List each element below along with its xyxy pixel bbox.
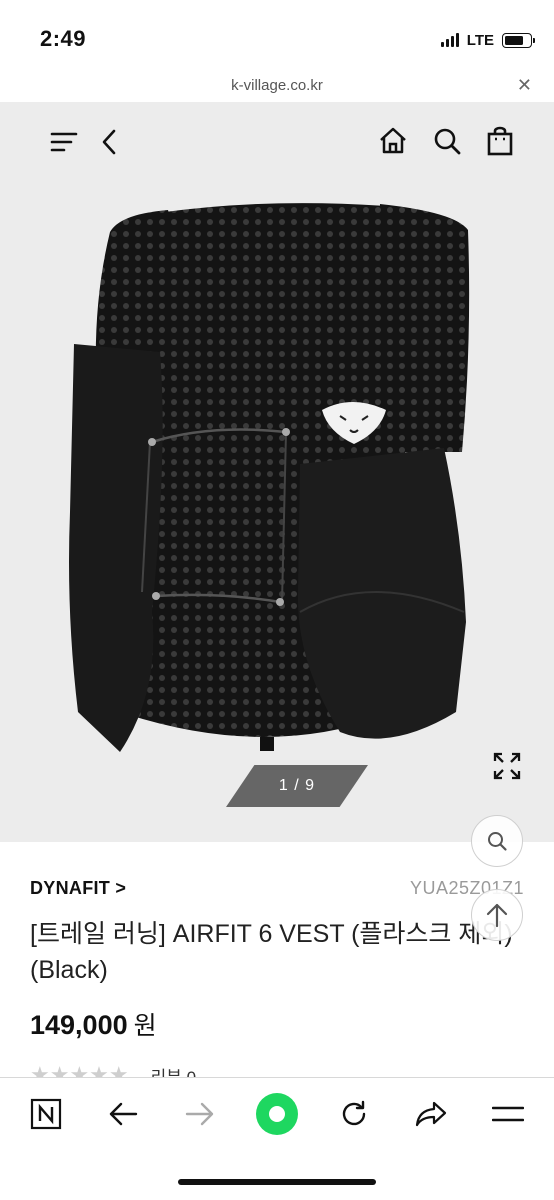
header-left	[50, 128, 118, 156]
floating-search-button[interactable]	[471, 815, 523, 867]
review-count[interactable]: 리뷰 0	[151, 1063, 196, 1079]
battery-icon	[502, 32, 535, 48]
url-text[interactable]: k-village.co.kr	[0, 77, 554, 94]
rating-row[interactable]: ★★★★★ 리뷰 0	[30, 1062, 196, 1078]
price-value: 149,000	[30, 1010, 128, 1040]
green-dot-icon[interactable]	[253, 1093, 301, 1135]
home-indicator	[178, 1179, 376, 1185]
scroll-top-button[interactable]	[471, 889, 523, 941]
expand-icon[interactable]	[492, 751, 522, 781]
image-counter: 1 / 9	[226, 765, 368, 807]
share-icon[interactable]	[407, 1094, 455, 1134]
product-title: [트레일 러닝] AIRFIT 6 VEST (플라스크 제외) (Black)	[30, 920, 513, 984]
status-time: 2:49	[40, 26, 87, 51]
back-arrow-icon[interactable]	[99, 1094, 147, 1134]
refresh-icon[interactable]	[330, 1094, 378, 1134]
search-icon[interactable]	[432, 126, 462, 156]
star-icon: ★★★★★	[30, 1062, 129, 1078]
network-label: LTE	[466, 31, 494, 49]
header-right	[378, 126, 514, 156]
forward-arrow-icon[interactable]	[176, 1094, 224, 1134]
home-icon[interactable]	[378, 126, 408, 156]
product-price: 149,000 원	[30, 1006, 157, 1042]
back-chevron-icon[interactable]	[100, 128, 118, 156]
image-counter-text: 1 / 9	[278, 777, 316, 794]
search-icon	[486, 830, 508, 852]
hamburger-icon[interactable]	[484, 1094, 532, 1134]
brand-link[interactable]: DYNAFIT >	[30, 878, 126, 899]
product-image[interactable]	[60, 192, 480, 762]
naver-n-icon[interactable]	[22, 1094, 70, 1134]
menu-icon[interactable]	[50, 130, 78, 154]
url-bar[interactable]: k-village.co.kr ✕	[0, 72, 554, 102]
status-bar: 2:49 LTE	[0, 0, 554, 72]
arrow-up-icon	[485, 902, 509, 928]
shopping-bag-icon[interactable]	[486, 126, 514, 156]
product-gallery[interactable]: 1 / 9	[0, 102, 554, 842]
close-icon[interactable]: ✕	[517, 75, 532, 96]
status-indicators: LTE	[440, 30, 535, 50]
signal-icon	[440, 33, 459, 47]
product-info: DYNAFIT > YUA25Z01Z1 [트레일 러닝] AIRFIT 6 V…	[0, 842, 554, 1078]
price-unit: 원	[133, 1012, 157, 1040]
